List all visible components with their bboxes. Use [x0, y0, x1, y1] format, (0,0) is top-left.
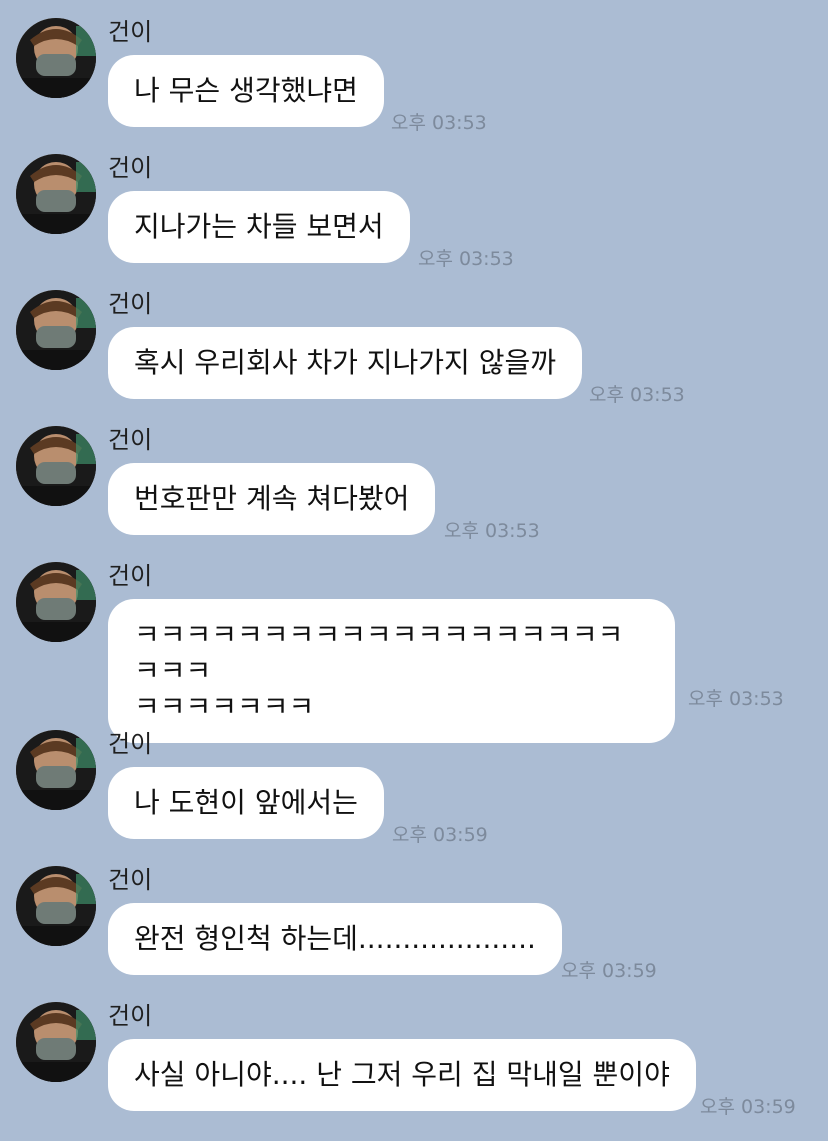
sender-name: 건이: [108, 562, 153, 590]
sender-name: 건이: [108, 426, 153, 454]
message-bubble[interactable]: ㅋㅋㅋㅋㅋㅋㅋㅋㅋㅋㅋㅋㅋㅋㅋㅋㅋㅋㅋㅋㅋㅋ ㅋㅋㅋㅋㅋㅋㅋ: [108, 599, 675, 743]
message-time: 오후 03:59: [392, 824, 488, 846]
avatar[interactable]: [16, 1002, 96, 1082]
message-bubble[interactable]: 사실 아니야.... 난 그저 우리 집 막내일 뿐이야: [108, 1039, 696, 1111]
message-bubble[interactable]: 지나가는 차들 보면서: [108, 191, 410, 263]
avatar[interactable]: [16, 290, 96, 370]
avatar[interactable]: [16, 154, 96, 234]
message-time: 오후 03:53: [688, 688, 784, 710]
message-time: 오후 03:53: [589, 384, 685, 406]
message-bubble[interactable]: 혹시 우리회사 차가 지나가지 않을까: [108, 327, 583, 399]
sender-name: 건이: [108, 18, 153, 46]
message-time: 오후 03:53: [418, 248, 514, 270]
sender-name: 건이: [108, 290, 153, 318]
message-time: 오후 03:59: [561, 960, 657, 982]
message-time: 오후 03:53: [444, 520, 540, 542]
message-line: ㅋㅋㅋㅋㅋㅋㅋ: [134, 690, 315, 723]
avatar[interactable]: [16, 426, 96, 506]
avatar[interactable]: [16, 18, 96, 98]
avatar[interactable]: [16, 730, 96, 810]
message-time: 오후 03:59: [700, 1096, 796, 1118]
sender-name: 건이: [108, 730, 153, 758]
sender-name: 건이: [108, 866, 153, 894]
sender-name: 건이: [108, 154, 153, 182]
message-bubble[interactable]: 나 도현이 앞에서는: [108, 767, 384, 839]
avatar[interactable]: [16, 866, 96, 946]
message-time: 오후 03:53: [391, 112, 487, 134]
message-bubble[interactable]: 완전 형인척 하는데....................: [108, 903, 562, 975]
avatar[interactable]: [16, 562, 96, 642]
message-line: ㅋㅋㅋㅋㅋㅋㅋㅋㅋㅋㅋㅋㅋㅋㅋㅋㅋㅋㅋㅋㅋㅋ: [134, 618, 624, 687]
message-bubble[interactable]: 나 무슨 생각했냐면: [108, 55, 384, 127]
message-bubble[interactable]: 번호판만 계속 쳐다봤어: [108, 463, 436, 535]
sender-name: 건이: [108, 1002, 153, 1030]
